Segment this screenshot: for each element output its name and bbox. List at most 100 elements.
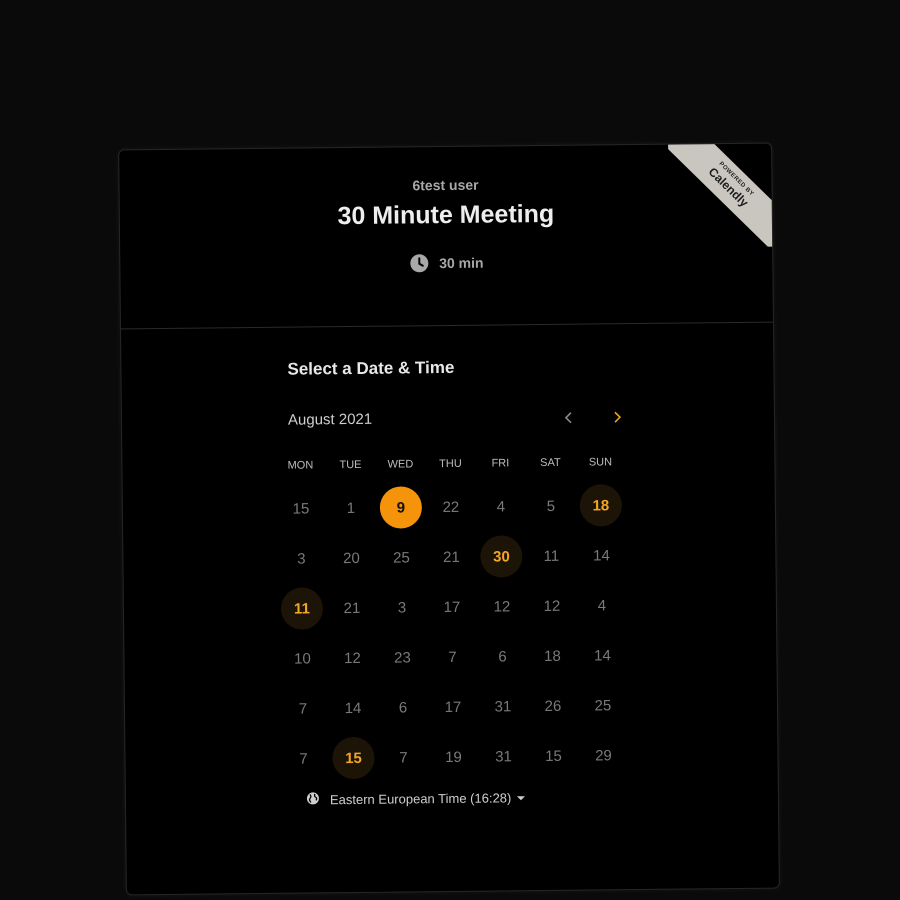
calendar-day-available[interactable]: 15 <box>328 733 379 784</box>
calendar-day: 17 <box>428 682 479 733</box>
prev-month-button[interactable] <box>558 407 580 429</box>
calendar-day-number: 18 <box>544 647 561 665</box>
calendar-day-number: 7 <box>448 648 457 666</box>
calendar-day-number: 21 <box>442 548 460 566</box>
calendar-day: 14 <box>576 530 627 581</box>
calendar-day-number: 14 <box>344 699 362 717</box>
calendar-day-number: 4 <box>597 596 607 614</box>
timezone-selector[interactable]: Eastern European Time (16:28) <box>306 789 526 808</box>
calendar-day-number[interactable]: 18 <box>579 484 623 527</box>
calendar-day-number: 23 <box>394 648 411 667</box>
calendar-day: 19 <box>428 732 479 783</box>
weekday-label: FRI <box>491 457 510 470</box>
calendar-day-number: 4 <box>496 497 506 515</box>
calendar-day-number: 6 <box>498 647 507 665</box>
calendar-day: 6 <box>477 631 528 682</box>
calendar-day-available[interactable]: 18 <box>576 480 627 531</box>
weekday-label: WED <box>387 458 414 471</box>
calendar-day-number: 6 <box>398 698 408 717</box>
calendar-day-available[interactable]: 30 <box>476 531 527 582</box>
calendar-day-number[interactable]: 9 <box>379 486 423 529</box>
weekday-label: MON <box>287 459 314 472</box>
calendar-day-number[interactable]: 30 <box>480 535 523 578</box>
calendar-day: 31 <box>478 681 529 732</box>
calendar-day-number: 12 <box>543 597 561 615</box>
calendar-day-number: 29 <box>595 746 612 764</box>
calendar-day-number: 25 <box>594 696 612 714</box>
calendar-day: 10 <box>277 633 328 684</box>
calendar-day: 25 <box>578 680 629 731</box>
calendar-day-number: 14 <box>592 546 610 564</box>
calendar-day: 15 <box>276 483 327 534</box>
calendar-day-selected[interactable]: 9 <box>376 482 427 533</box>
calendar-day: 12 <box>327 633 378 684</box>
calendar-day-number: 3 <box>297 549 306 568</box>
weekday-label: SUN <box>588 456 613 469</box>
event-header: 6test user 30 Minute Meeting 30 min <box>119 143 773 330</box>
calendar-day: 14 <box>577 630 628 681</box>
calendar-day: 14 <box>328 683 379 734</box>
calendar-day-number[interactable]: 15 <box>332 736 375 780</box>
globe-icon <box>306 791 320 808</box>
calendar-day: 7 <box>278 733 329 784</box>
weekday-label: SAT <box>540 456 561 470</box>
calendar-day: 18 <box>527 631 578 682</box>
date-picker-panel: Select a Date & Time August 2021 MON TUE W… <box>121 323 779 895</box>
calendar-day-number: 15 <box>292 499 310 518</box>
calendar-day: 29 <box>578 730 629 781</box>
next-month-button[interactable] <box>606 406 628 428</box>
booking-card: POWERED BY Calendly 6test user 30 Minute… <box>118 142 780 896</box>
calendar-day: 4 <box>476 481 527 532</box>
calendar-day: 3 <box>276 533 327 584</box>
calendar-day-number: 12 <box>493 597 511 616</box>
calendar-day-number: 17 <box>444 698 462 716</box>
calendar-day: 25 <box>376 532 427 583</box>
calendar-day-number: 31 <box>494 697 512 716</box>
calendar-day-number: 25 <box>392 548 410 567</box>
calendar-day-number: 10 <box>294 649 311 668</box>
calendar-day-number: 1 <box>346 499 356 517</box>
calendar-day-number: 21 <box>343 599 361 617</box>
section-title: Select a Date & Time <box>287 357 455 379</box>
calendar-day: 22 <box>426 482 477 533</box>
event-duration: 30 min <box>120 250 772 277</box>
calendar-day: 15 <box>528 731 579 782</box>
calendar-day: 4 <box>577 580 628 631</box>
calendar-day-number: 26 <box>544 697 562 715</box>
calendar-day: 11 <box>526 531 577 582</box>
calendar-day: 21 <box>426 532 477 583</box>
calendar-day-number: 17 <box>443 598 461 616</box>
calendar-day-number: 15 <box>545 747 562 765</box>
clock-icon <box>409 253 429 273</box>
calendar-day: 26 <box>528 681 579 732</box>
month-label: August 2021 <box>287 410 373 429</box>
calendar-day: 1 <box>326 483 377 534</box>
calendar-day: 7 <box>427 632 478 683</box>
calendar-day-number: 3 <box>397 598 407 617</box>
event-title: 30 Minute Meeting <box>337 199 555 231</box>
calendar-day-number: 22 <box>442 498 460 516</box>
month-navigation: August 2021 <box>288 406 624 434</box>
calendar-day: 6 <box>378 682 429 733</box>
calendar-day-number: 7 <box>399 748 408 767</box>
calendar-day-number[interactable]: 11 <box>280 587 324 630</box>
weekday-header: MON TUE WED THU FRI SAT SUN <box>275 456 625 472</box>
calendar-day-number: 12 <box>344 649 361 667</box>
calendar-day: 23 <box>377 632 428 683</box>
calendar-day: 21 <box>327 583 378 634</box>
timezone-label: Eastern European Time (16:28) <box>329 790 512 808</box>
weekday-label: TUE <box>339 458 362 472</box>
caret-down-icon <box>517 796 526 801</box>
calendar-day-number: 14 <box>594 646 611 664</box>
calendar-day-number: 11 <box>543 547 560 565</box>
calendar-day-available[interactable]: 11 <box>277 583 328 634</box>
duration-label: 30 min <box>439 254 484 272</box>
chevron-right-icon <box>614 411 622 423</box>
calendar-day: 12 <box>527 581 578 632</box>
calendar-day-number: 20 <box>342 549 360 567</box>
calendar-day: 12 <box>477 581 528 632</box>
calendar-day: 17 <box>427 582 478 633</box>
calendar-day-number: 5 <box>546 497 556 515</box>
calendar-grid: 15 1 9 22 4 5 18 3 20 25 21 30 11 14 11 21 3 17 12 12 4 10 12 2… <box>276 480 629 784</box>
calendar-day-number: 7 <box>299 749 308 768</box>
